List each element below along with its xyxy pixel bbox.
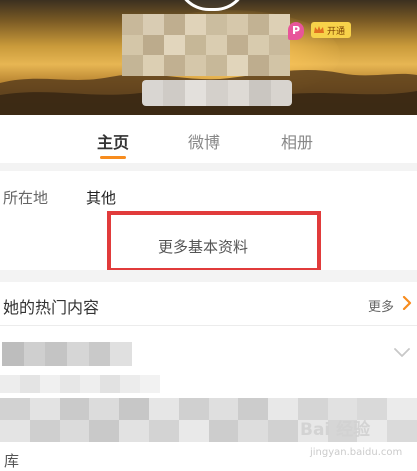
profile-cover: P 开通 — [0, 0, 417, 115]
p-badge-icon[interactable]: P — [288, 22, 304, 40]
crown-icon — [314, 26, 324, 33]
section-gap — [0, 270, 417, 282]
profile-tabs: 主页 微博 相册 — [0, 115, 417, 163]
post-meta-pixelated — [0, 375, 160, 393]
tab-album[interactable]: 相册 — [281, 129, 313, 153]
tab-weibo[interactable]: 微博 — [188, 129, 220, 153]
section-gap — [0, 163, 417, 171]
hot-content-title: 她的热门内容 — [3, 298, 100, 317]
active-tab-indicator — [100, 156, 126, 159]
chevron-right-icon[interactable] — [402, 296, 412, 310]
location-label: 所在地 — [3, 189, 49, 207]
baidu-jingyan-watermark: Bai 经验 — [300, 420, 371, 440]
location-value: 其他 — [86, 189, 117, 207]
row-divider — [0, 325, 417, 326]
post-partial-text: 库 — [4, 452, 20, 470]
chevron-down-icon[interactable] — [394, 348, 410, 358]
post-author-pixelated — [2, 342, 132, 366]
profile-name-pixelated — [122, 14, 290, 76]
highlight-box — [107, 211, 321, 272]
hot-more-link[interactable]: 更多 — [368, 296, 394, 315]
profile-description-pixelated — [142, 80, 292, 106]
vip-open-badge[interactable]: 开通 — [311, 22, 351, 38]
tab-home[interactable]: 主页 — [97, 129, 129, 153]
vip-open-label: 开通 — [327, 26, 346, 37]
watermark-url: jingyan.baidu.com — [310, 447, 403, 458]
